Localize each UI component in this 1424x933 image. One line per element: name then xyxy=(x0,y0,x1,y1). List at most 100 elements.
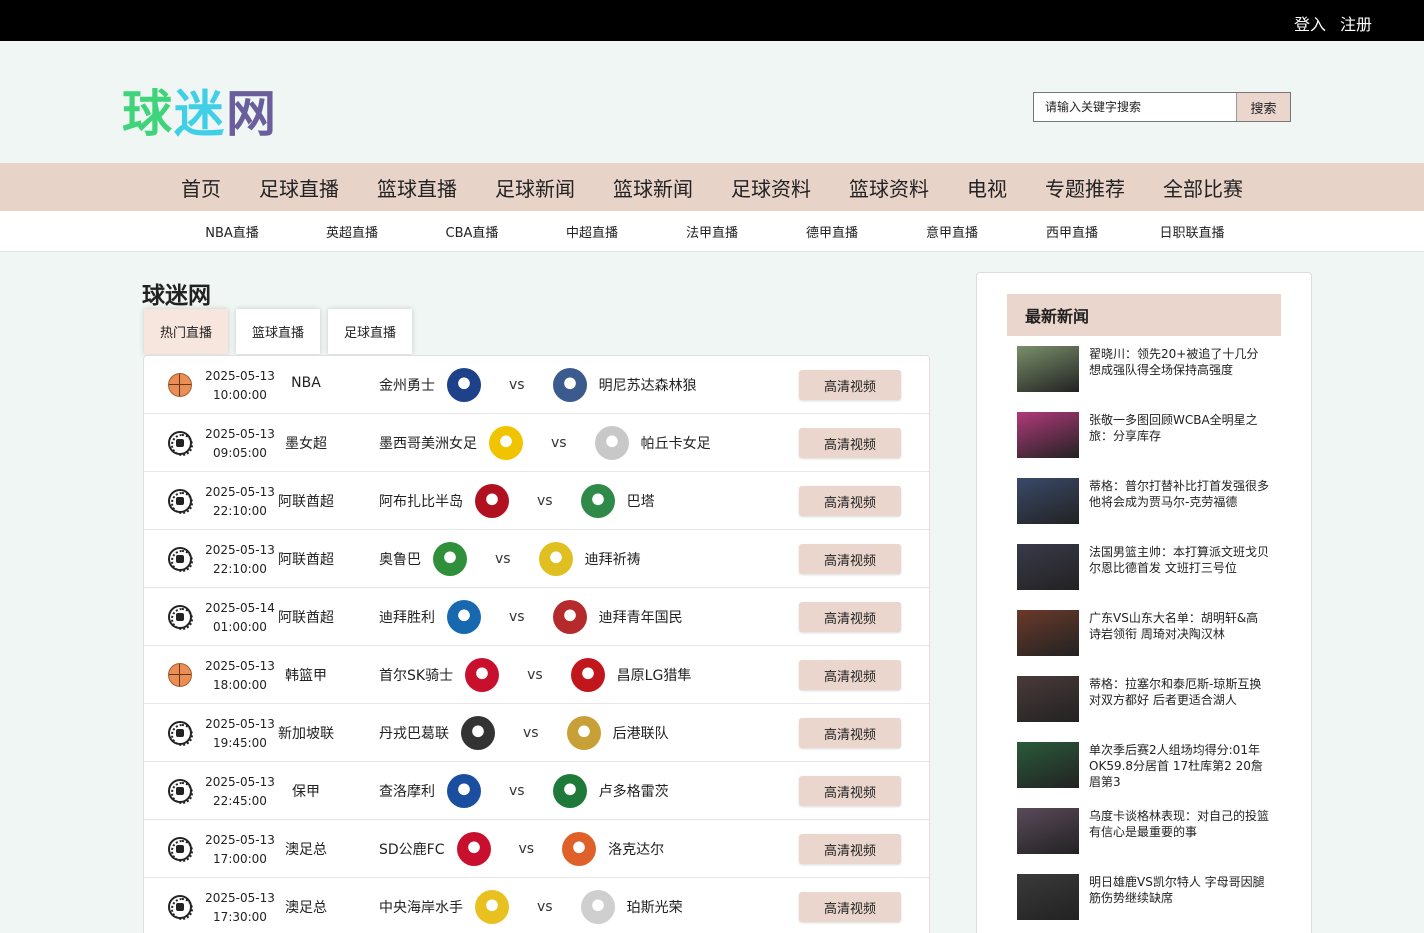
news-headline: 张敬一多图回顾WCBA全明星之旅：分享库存 xyxy=(1089,413,1258,443)
site-logo[interactable]: 球迷网 xyxy=(122,74,278,146)
home-team[interactable]: 阿布扎比半岛 xyxy=(379,491,463,511)
away-team-badge-icon xyxy=(580,484,615,518)
login-link[interactable]: 登入 xyxy=(1294,11,1326,35)
nav-item-home[interactable]: 首页 xyxy=(162,173,240,202)
subnav-item-ligue1[interactable]: 法甲直播 xyxy=(652,222,772,241)
subnav-item-laliga[interactable]: 西甲直播 xyxy=(1012,222,1132,241)
hd-video-button[interactable]: 高清视频 xyxy=(799,660,901,690)
hd-video-button[interactable]: 高清视频 xyxy=(799,776,901,806)
home-team[interactable]: 查洛摩利 xyxy=(379,781,435,801)
nav-item-football-live[interactable]: 足球直播 xyxy=(240,173,358,202)
vs-label: vs xyxy=(509,377,525,393)
home-team-badge-icon xyxy=(465,658,500,692)
match-row: 2025-05-13 10:00:00 NBA 金州勇士 vs 明尼苏达森林狼 高清视频 xyxy=(144,356,929,414)
home-team[interactable]: 中央海岸水手 xyxy=(379,897,463,917)
nav-item-basketball-news[interactable]: 篮球新闻 xyxy=(594,173,712,202)
hd-video-button[interactable]: 高清视频 xyxy=(799,718,901,748)
news-item[interactable]: 单次季后赛2人组场均得分:01年OK59.8分居首 17杜库第2 20詹眉第3 xyxy=(1017,742,1277,789)
match-teams: 金州勇士 vs 明尼苏达森林狼 xyxy=(379,367,697,403)
logo-char-1: 球 xyxy=(122,85,174,143)
home-team[interactable]: 迪拜胜利 xyxy=(379,607,435,627)
home-team-badge-icon xyxy=(475,484,509,518)
search-button[interactable]: 搜索 xyxy=(1236,93,1290,121)
subnav-item-nba[interactable]: NBA直播 xyxy=(172,222,292,241)
news-item[interactable]: 明日雄鹿VS凯尔特人 字母哥因腿筋伤势继续缺席 xyxy=(1017,874,1277,920)
hd-video-button[interactable]: 高清视频 xyxy=(799,834,901,864)
tab-football-live[interactable]: 足球直播 xyxy=(328,309,413,354)
away-team[interactable]: 迪拜祈祷 xyxy=(585,549,641,569)
news-headline: 蒂格：拉塞尔和泰厄斯-琼斯互换对双方都好 后者更适合湖人 xyxy=(1089,677,1262,707)
soccer-icon xyxy=(168,547,193,572)
nav-item-basketball-live[interactable]: 篮球直播 xyxy=(358,173,476,202)
nav-item-all-matches[interactable]: 全部比赛 xyxy=(1144,173,1262,202)
sidebar-title: 最新新闻 xyxy=(1007,294,1281,336)
top-bar: 登入 注册 xyxy=(0,0,1424,41)
hd-video-button[interactable]: 高清视频 xyxy=(799,602,901,632)
home-team[interactable]: 金州勇士 xyxy=(379,375,435,395)
sub-nav: NBA直播 英超直播 CBA直播 中超直播 法甲直播 德甲直播 意甲直播 西甲直… xyxy=(0,211,1424,252)
news-item[interactable]: 翟晓川：领先20+被追了十几分 想成强队得全场保持高强度 xyxy=(1017,346,1277,392)
match-list: 2025-05-13 10:00:00 NBA 金州勇士 vs 明尼苏达森林狼 高清视频 20… xyxy=(143,355,930,933)
match-league: 新加坡联 xyxy=(278,726,334,742)
match-row: 2025-05-13 17:30:00 澳足总 中央海岸水手 vs 珀斯光荣 高清视频 xyxy=(144,878,929,933)
news-item[interactable]: 法国男篮主帅：本打算派文班戈贝尔恩比德首发 文班打三号位 xyxy=(1017,544,1277,590)
home-team[interactable]: 墨西哥美洲女足 xyxy=(379,433,477,453)
news-item[interactable]: 蒂格：普尔打替补比打首发强很多 他将会成为贾马尔-克劳福德 xyxy=(1017,478,1277,524)
away-team[interactable]: 洛克达尔 xyxy=(608,839,664,859)
news-headline: 单次季后赛2人组场均得分:01年OK59.8分居首 17杜库第2 20詹眉第3 xyxy=(1089,743,1263,789)
away-team[interactable]: 明尼苏达森林狼 xyxy=(599,375,697,395)
subnav-item-jleague[interactable]: 日职联直播 xyxy=(1132,222,1252,241)
match-teams: 丹戎巴葛联 vs 后港联队 xyxy=(379,715,669,751)
nav-item-basketball-data[interactable]: 篮球资料 xyxy=(830,173,948,202)
subnav-item-epl[interactable]: 英超直播 xyxy=(292,222,412,241)
nav-item-topics[interactable]: 专题推荐 xyxy=(1026,173,1144,202)
subnav-item-csl[interactable]: 中超直播 xyxy=(532,222,652,241)
subnav-item-seriea[interactable]: 意甲直播 xyxy=(892,222,1012,241)
vs-label: vs xyxy=(509,609,525,625)
soccer-icon xyxy=(168,489,193,514)
home-team[interactable]: 丹戎巴葛联 xyxy=(379,723,449,743)
match-league: 韩篮甲 xyxy=(285,668,327,684)
home-team[interactable]: 奥鲁巴 xyxy=(379,549,421,569)
away-team[interactable]: 昌原LG猎隼 xyxy=(617,665,692,685)
register-link[interactable]: 注册 xyxy=(1340,11,1372,35)
hd-video-button[interactable]: 高清视频 xyxy=(799,370,901,400)
subnav-item-cba[interactable]: CBA直播 xyxy=(412,222,532,241)
news-headline: 广东VS山东大名单：胡明轩&高诗岩领衔 周琦对决陶汉林 xyxy=(1089,611,1259,641)
hd-video-button[interactable]: 高清视频 xyxy=(799,892,901,922)
away-team[interactable]: 迪拜青年国民 xyxy=(599,607,683,627)
nav-item-football-data[interactable]: 足球资料 xyxy=(712,173,830,202)
news-item[interactable]: 乌度卡谈格林表现：对自己的投篮有信心是最重要的事 xyxy=(1017,808,1277,854)
tab-hot-live[interactable]: 热门直播 xyxy=(144,309,229,354)
match-tabs: 热门直播 篮球直播 足球直播 xyxy=(144,309,413,354)
tab-basketball-live[interactable]: 篮球直播 xyxy=(236,309,321,354)
news-item[interactable]: 广东VS山东大名单：胡明轩&高诗岩领衔 周琦对决陶汉林 xyxy=(1017,610,1277,656)
away-team[interactable]: 巴塔 xyxy=(627,491,655,511)
hd-video-button[interactable]: 高清视频 xyxy=(799,428,901,458)
search-input[interactable] xyxy=(1034,93,1236,121)
news-item[interactable]: 张敬一多图回顾WCBA全明星之旅：分享库存 xyxy=(1017,412,1277,458)
away-team[interactable]: 珀斯光荣 xyxy=(627,897,683,917)
news-item[interactable]: 蒂格：拉塞尔和泰厄斯-琼斯互换对双方都好 后者更适合湖人 xyxy=(1017,676,1277,722)
home-team[interactable]: 首尔SK骑士 xyxy=(379,665,453,685)
home-team[interactable]: SD公鹿FC xyxy=(379,839,445,859)
nav-item-football-news[interactable]: 足球新闻 xyxy=(476,173,594,202)
home-team-badge-icon xyxy=(489,426,523,460)
nav-item-tv[interactable]: 电视 xyxy=(948,173,1026,202)
vs-label: vs xyxy=(551,435,567,451)
hd-video-button[interactable]: 高清视频 xyxy=(799,486,901,516)
subnav-item-bundesliga[interactable]: 德甲直播 xyxy=(772,222,892,241)
news-thumbnail xyxy=(1017,544,1079,590)
vs-label: vs xyxy=(509,783,525,799)
match-league: 阿联酋超 xyxy=(278,494,334,510)
vs-label: vs xyxy=(523,725,539,741)
away-team[interactable]: 帕丘卡女足 xyxy=(641,433,711,453)
basketball-icon xyxy=(168,663,192,687)
away-team[interactable]: 后港联队 xyxy=(613,723,669,743)
news-thumbnail xyxy=(1017,346,1079,392)
hd-video-button[interactable]: 高清视频 xyxy=(799,544,901,574)
match-league: 保甲 xyxy=(292,784,320,800)
away-team-badge-icon xyxy=(538,542,573,576)
away-team[interactable]: 卢多格雷茨 xyxy=(599,781,669,801)
away-team-badge-icon xyxy=(594,426,629,460)
